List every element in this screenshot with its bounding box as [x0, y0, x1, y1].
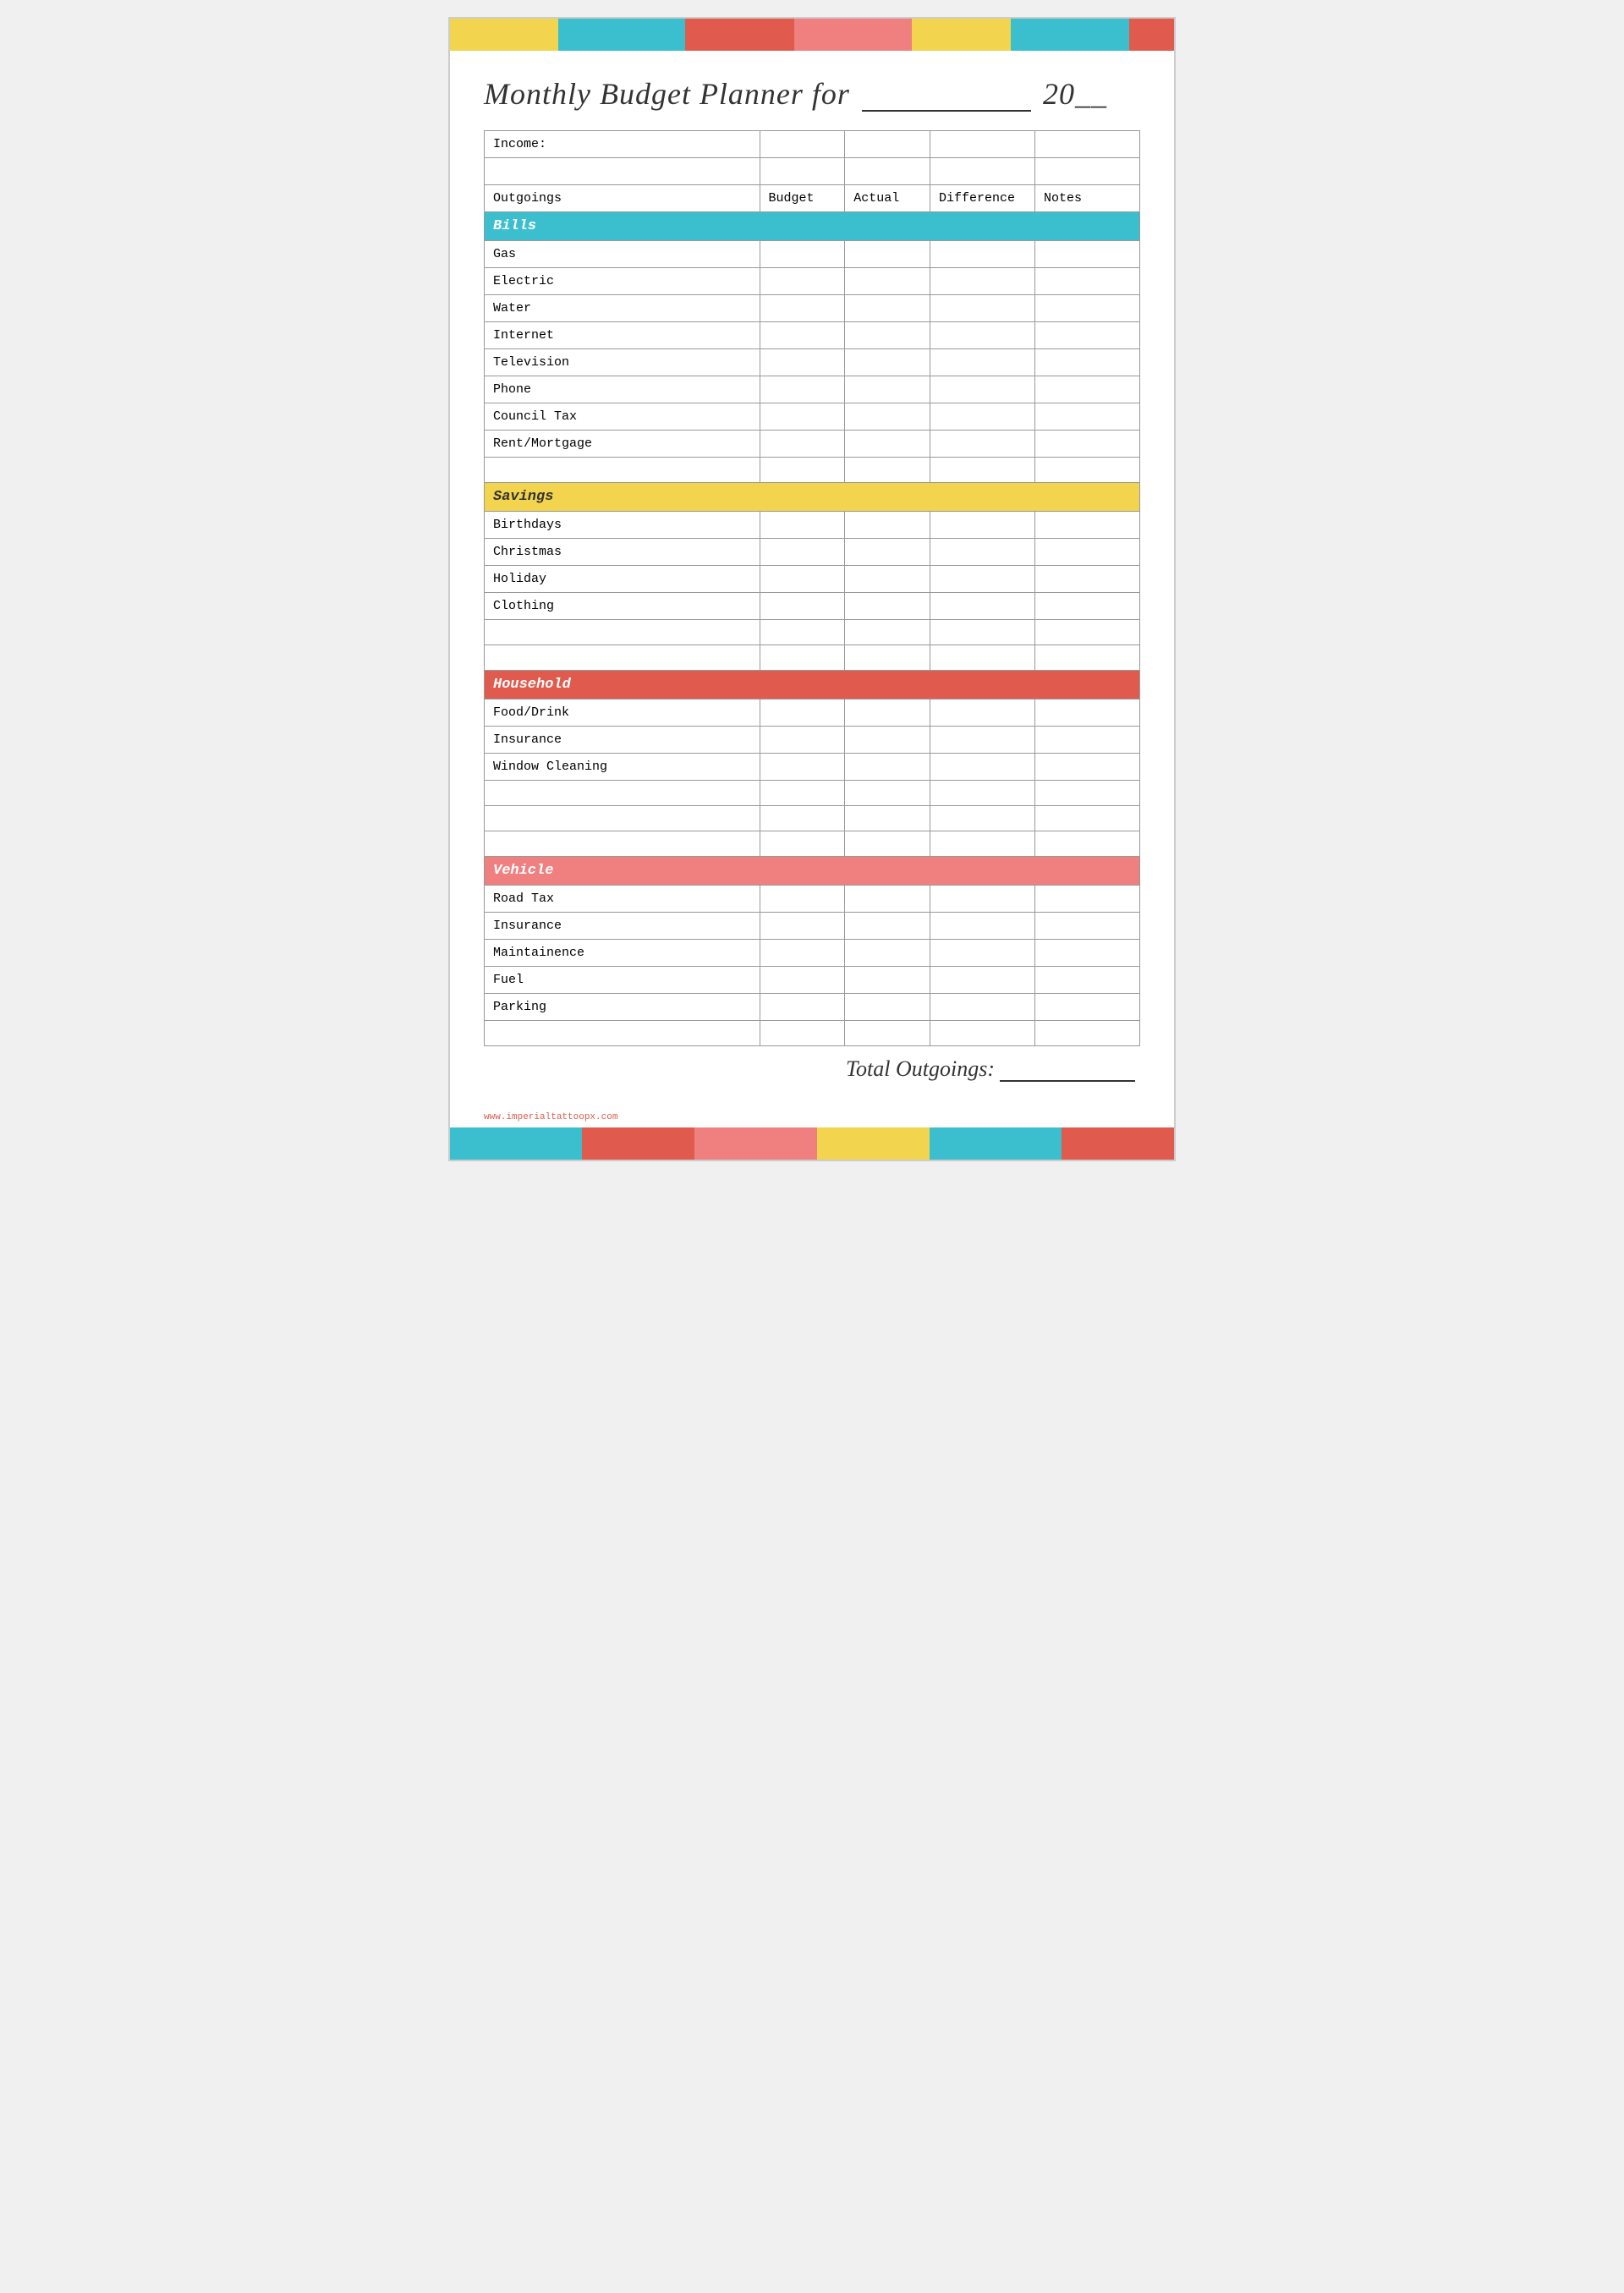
- col-header-budget: Budget: [760, 185, 845, 212]
- list-item: Council Tax: [485, 403, 1140, 431]
- list-item: Window Cleaning: [485, 754, 1140, 781]
- color-swatch-6: [1011, 19, 1128, 51]
- list-item: Maintainence: [485, 940, 1140, 967]
- section-vehicle-header: Vehicle: [485, 857, 1140, 886]
- savings-label: Savings: [485, 483, 1140, 512]
- col-header-notes: Notes: [1035, 185, 1140, 212]
- list-item: Gas: [485, 241, 1140, 268]
- color-swatch-2: [558, 19, 685, 51]
- bills-label: Bills: [485, 212, 1140, 241]
- color-swatch-b6: [1062, 1127, 1174, 1160]
- total-label: Total Outgoings:: [846, 1056, 995, 1081]
- color-swatch-7: [1129, 19, 1175, 51]
- col-header-difference: Difference: [930, 185, 1035, 212]
- list-item: Water: [485, 295, 1140, 322]
- list-item: Electric: [485, 268, 1140, 295]
- column-headers-row: Outgoings Budget Actual Difference Notes: [485, 185, 1140, 212]
- color-bar-top: [450, 19, 1174, 51]
- total-outgoings: Total Outgoings:: [484, 1046, 1140, 1083]
- list-item: Television: [485, 349, 1140, 376]
- vehicle-empty-1: [485, 1021, 1140, 1046]
- household-label: Household: [485, 671, 1140, 699]
- income-empty-row: [485, 158, 1140, 185]
- section-bills-header: Bills: [485, 212, 1140, 241]
- col-header-outgoings: Outgoings: [485, 185, 760, 212]
- budget-table: Income: Outgoings Budget Actual Differen…: [484, 130, 1140, 1046]
- savings-empty-2: [485, 645, 1140, 671]
- col-header-actual: Actual: [845, 185, 930, 212]
- list-item: Rent/Mortgage: [485, 431, 1140, 458]
- savings-empty-1: [485, 620, 1140, 645]
- list-item: Holiday: [485, 566, 1140, 593]
- list-item: Insurance: [485, 913, 1140, 940]
- color-swatch-4: [794, 19, 912, 51]
- list-item: Road Tax: [485, 886, 1140, 913]
- income-label: Income:: [485, 131, 760, 158]
- total-value-line: [1000, 1080, 1135, 1082]
- list-item: Fuel: [485, 967, 1140, 994]
- vehicle-label: Vehicle: [485, 857, 1140, 886]
- household-empty-2: [485, 806, 1140, 831]
- household-empty-3: [485, 831, 1140, 857]
- watermark: www.imperialtattoopx.com: [450, 1109, 1174, 1127]
- color-swatch-1: [450, 19, 558, 51]
- color-swatch-b3: [694, 1127, 817, 1160]
- color-swatch-b1: [450, 1127, 582, 1160]
- page-title: Monthly Budget Planner for 20__: [484, 76, 1140, 112]
- list-item: Birthdays: [485, 512, 1140, 539]
- list-item: Christmas: [485, 539, 1140, 566]
- color-swatch-b4: [817, 1127, 930, 1160]
- section-household-header: Household: [485, 671, 1140, 699]
- title-name-line: [862, 110, 1031, 112]
- bills-empty-row: [485, 458, 1140, 483]
- list-item: Parking: [485, 994, 1140, 1021]
- color-swatch-3: [685, 19, 793, 51]
- income-row: Income:: [485, 131, 1140, 158]
- list-item: Internet: [485, 322, 1140, 349]
- color-swatch-5: [912, 19, 1012, 51]
- household-empty-1: [485, 781, 1140, 806]
- list-item: Clothing: [485, 593, 1140, 620]
- section-savings-header: Savings: [485, 483, 1140, 512]
- page: Monthly Budget Planner for 20__ Income:: [448, 17, 1176, 1161]
- list-item: Food/Drink: [485, 699, 1140, 727]
- color-swatch-b5: [930, 1127, 1062, 1160]
- color-bar-bottom: [450, 1127, 1174, 1160]
- list-item: Insurance: [485, 727, 1140, 754]
- list-item: Phone: [485, 376, 1140, 403]
- color-swatch-b2: [582, 1127, 694, 1160]
